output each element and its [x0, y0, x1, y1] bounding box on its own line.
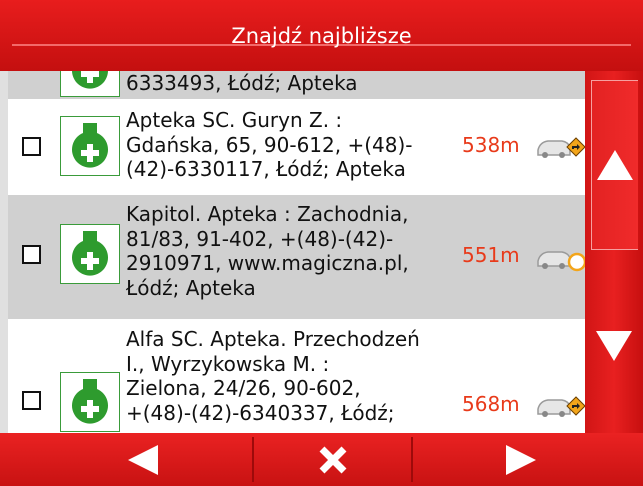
close-icon: [319, 446, 346, 473]
pharmacy-icon: [60, 372, 120, 432]
previous-button[interactable]: [0, 433, 252, 486]
scroll-down-button[interactable]: [591, 271, 637, 421]
page-title: Znajdź najbliższe: [231, 23, 412, 48]
distance-label: 551m: [462, 243, 520, 267]
next-button[interactable]: [413, 433, 643, 486]
bottom-toolbar: [0, 433, 643, 486]
arrow-right-icon: [506, 444, 536, 475]
arrow-up-icon: [597, 150, 633, 180]
arrow-down-icon: [596, 331, 632, 361]
list-item-text: Kapitol. Apteka : Zachodnia, 81/83, 91-4…: [126, 202, 409, 300]
pharmacy-icon: [60, 71, 120, 97]
item-checkbox[interactable]: [22, 137, 41, 156]
car-navigate-icon[interactable]: [536, 243, 585, 273]
list-item-text: 6333493, Łódź; Apteka: [126, 71, 358, 95]
pharmacy-icon: [60, 116, 120, 176]
list-item[interactable]: Kapitol. Apteka : Zachodnia, 81/83, 91-4…: [8, 195, 585, 319]
list-item[interactable]: 6333493, Łódź; Apteka: [8, 71, 585, 99]
header-bar: Znajdź najbliższe: [0, 0, 643, 71]
list-item[interactable]: Apteka SC. Guryn Z. : Gdańska, 65, 90-61…: [8, 99, 585, 195]
results-list[interactable]: 6333493, Łódź; Apteka Apteka SC. Guryn Z…: [8, 71, 585, 433]
item-checkbox[interactable]: [22, 391, 41, 410]
scroll-up-button[interactable]: [591, 80, 638, 250]
scroll-panel: [585, 71, 643, 433]
list-item[interactable]: Alfa SC. Apteka. Przechodzeń I., Wyrzyko…: [8, 319, 585, 433]
list-item-text: Alfa SC. Apteka. Przechodzeń I., Wyrzyko…: [126, 327, 420, 425]
list-item-text: Apteka SC. Guryn Z. : Gdańska, 65, 90-61…: [126, 108, 413, 181]
car-navigate-icon[interactable]: [536, 132, 585, 162]
item-checkbox[interactable]: [22, 245, 41, 264]
pharmacy-icon: [60, 224, 120, 284]
arrow-left-icon: [128, 444, 158, 475]
close-button[interactable]: [254, 433, 411, 486]
distance-label: 568m: [462, 392, 520, 416]
distance-label: 538m: [462, 133, 520, 157]
car-navigate-icon[interactable]: [536, 391, 585, 421]
